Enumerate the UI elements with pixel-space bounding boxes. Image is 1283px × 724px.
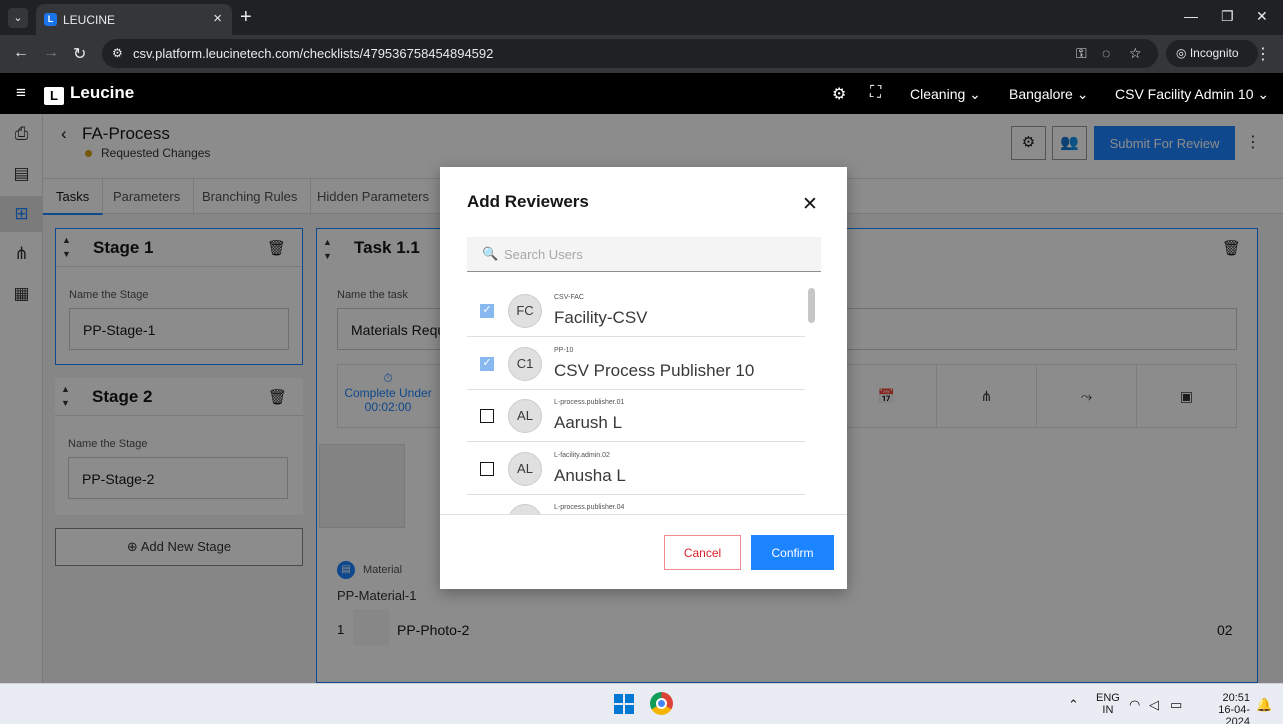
browser-tabstrip: ⌄ L LEUCINE × + — ❐ ✕ [0,0,1283,35]
url-text[interactable]: csv.platform.leucinetech.com/checklists/… [133,46,493,61]
logo-text: Leucine [70,83,135,102]
reload-icon[interactable]: ↻ [73,44,86,64]
hamburger-menu-icon[interactable]: ≡ [16,83,26,103]
list-item[interactable]: AL L-facility.admin.02 Anusha L [467,443,805,495]
key-icon[interactable]: ⚿ [1076,45,1087,62]
modal-title: Add Reviewers [467,192,589,211]
user-name: CSV Process Publisher 10 [554,361,755,380]
user-id: PP-10 [554,347,574,354]
user-id: L-facility.admin.02 [554,452,610,459]
site-info-icon[interactable]: ⚙ [112,46,123,60]
volume-icon[interactable]: ◁ [1149,697,1159,713]
confirm-button[interactable]: Confirm [751,535,834,570]
incognito-label: Incognito [1189,46,1239,60]
eye-off-icon[interactable]: ◌ [1102,45,1110,61]
tray-chevron-up-icon[interactable]: ⌃ [1068,697,1079,713]
notification-bell-icon[interactable]: 🔔 [1256,697,1272,713]
user-menu[interactable]: CSV Facility Admin 10 ⌄ [1115,86,1269,103]
user-checkbox[interactable]: ✓ [480,304,494,318]
os-taskbar: ⌃ ENG IN ◠ ◁ ▭ 20:51 16-04-2024 🔔 [0,683,1283,724]
avatar: C1 [508,347,542,381]
user-name: Anusha L [554,466,626,485]
battery-icon[interactable]: ▭ [1170,697,1182,713]
user-checkbox[interactable] [480,462,494,476]
list-item[interactable]: AL L-process.publisher.01 Aarush L [467,390,805,442]
tab-close-icon[interactable]: × [213,10,222,27]
clock[interactable]: 20:51 16-04-2024 [1196,692,1250,724]
address-bar[interactable]: ⚙ csv.platform.leucinetech.com/checklist… [102,39,1158,68]
forward-arrow-icon[interactable]: → [43,44,59,62]
cancel-button[interactable]: Cancel [664,535,741,570]
app-logo[interactable]: L Leucine [44,83,134,105]
user-list: ✓ FC CSV-FAC Facility-CSV ✓ C1 PP-10 CSV… [467,285,821,514]
lang-top: ENG [1096,692,1120,704]
window-close-icon[interactable]: ✕ [1256,8,1268,25]
modal-footer: Cancel Confirm [440,514,847,589]
leucine-logo-icon: L [44,87,64,105]
user-label: CSV Facility Admin 10 [1115,86,1254,102]
user-id: CSV-FAC [554,294,584,301]
location-label: Bangalore [1009,86,1073,102]
browser-menu-icon[interactable]: ⋮ [1255,44,1271,64]
bookmark-star-icon[interactable]: ☆ [1129,45,1142,62]
new-tab-icon[interactable]: + [240,6,252,29]
settings-gear-icon[interactable]: ⚙ [832,84,846,104]
search-users-input[interactable] [504,237,814,271]
facility-label: Cleaning [910,86,966,102]
restore-icon[interactable]: ❐ [1221,8,1234,25]
language-indicator[interactable]: ENG IN [1096,692,1120,716]
list-item[interactable]: L-process.publisher.04 [467,495,805,514]
tab-search-icon[interactable]: ⌄ [8,8,28,28]
browser-tab[interactable]: L LEUCINE × [36,4,232,35]
minimize-icon[interactable]: — [1184,8,1198,24]
search-box: 🔍 [467,237,821,272]
browser-toolbar: ← → ↻ ⚙ csv.platform.leucinetech.com/che… [0,35,1283,73]
tab-title: LEUCINE [63,13,116,27]
user-id: L-process.publisher.04 [554,504,625,511]
incognito-badge[interactable]: ◎ Incognito [1166,40,1258,67]
list-scrollbar[interactable] [808,288,815,323]
incognito-icon: ◎ [1176,46,1187,60]
leucine-favicon-icon: L [44,13,57,26]
avatar: AL [508,452,542,486]
chevron-down-icon: ⌄ [1076,86,1089,102]
app-header: ≡ L Leucine ⚙ ⛶ Cleaning ⌄ Bangalore ⌄ CS… [0,73,1283,114]
list-item[interactable]: ✓ FC CSV-FAC Facility-CSV [467,285,805,337]
back-arrow-icon[interactable]: ← [13,44,29,62]
avatar: AL [508,399,542,433]
add-reviewers-modal: Add Reviewers ✕ 🔍 ✓ FC CSV-FAC Facility-… [440,167,847,589]
close-icon[interactable]: ✕ [802,193,818,216]
list-item[interactable]: ✓ C1 PP-10 CSV Process Publisher 10 [467,338,805,390]
lang-bottom: IN [1102,704,1114,716]
user-name: Aarush L [554,413,623,432]
avatar [508,504,542,514]
clock-time: 20:51 [1222,692,1250,704]
clock-date: 16-04-2024 [1218,704,1250,724]
user-checkbox[interactable]: ✓ [480,357,494,371]
user-id: L-process.publisher.01 [554,399,625,406]
chevron-down-icon: ⌄ [969,86,981,102]
scan-icon[interactable]: ⛶ [870,84,881,102]
user-checkbox[interactable] [480,409,494,423]
location-selector[interactable]: Bangalore ⌄ [1009,86,1088,103]
avatar: FC [508,294,542,328]
facility-selector[interactable]: Cleaning ⌄ [910,86,981,103]
user-name: Facility-CSV [554,308,648,327]
chevron-down-icon: ⌄ [1257,86,1270,102]
windows-start-icon[interactable] [614,694,634,714]
wifi-icon[interactable]: ◠ [1129,697,1140,713]
search-icon: 🔍 [482,246,499,261]
chrome-taskbar-icon[interactable] [650,692,673,715]
